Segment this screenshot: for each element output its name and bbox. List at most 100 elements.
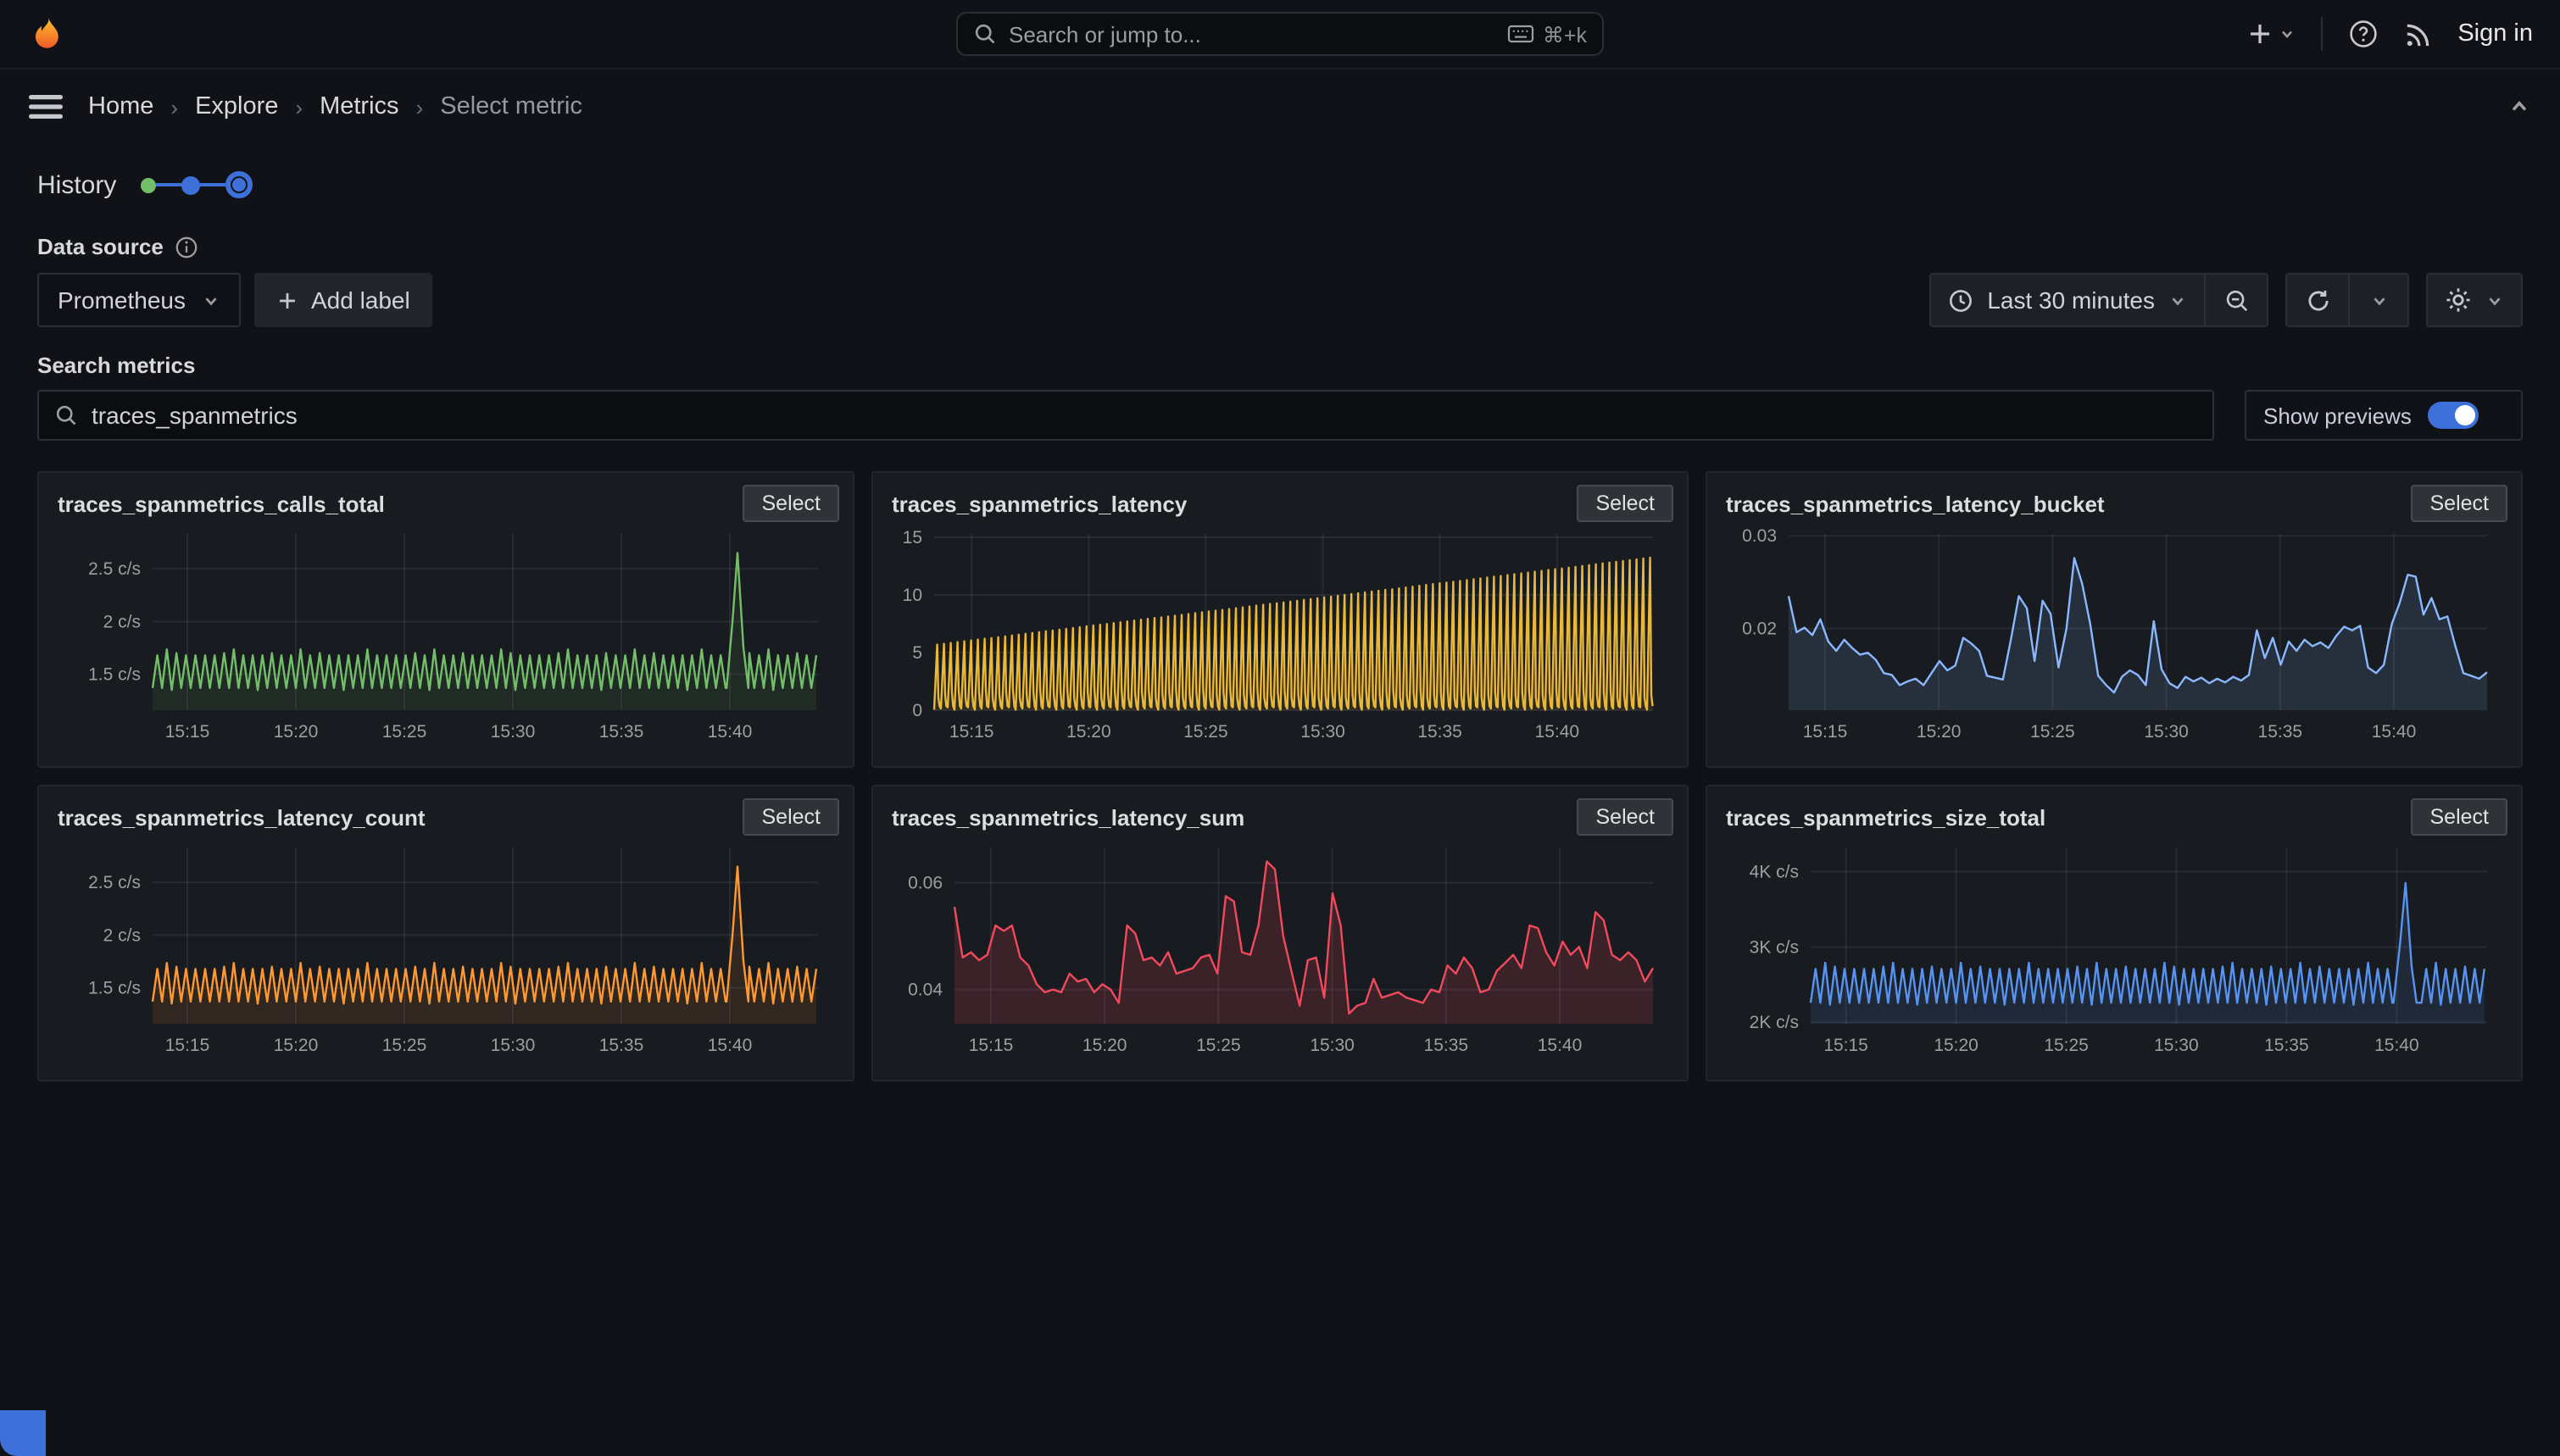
help-icon[interactable] — [2347, 19, 2378, 49]
chevron-down-icon — [2369, 291, 2388, 309]
svg-text:15:30: 15:30 — [491, 722, 536, 742]
plus-icon — [2246, 20, 2273, 47]
svg-text:15:15: 15:15 — [949, 722, 994, 742]
refresh-group — [2285, 273, 2409, 327]
settings-button[interactable] — [2428, 275, 2521, 325]
svg-text:15:35: 15:35 — [2258, 722, 2303, 742]
svg-text:2 c/s: 2 c/s — [103, 925, 141, 945]
metric-panel-title: traces_spanmetrics_latency_sum — [892, 805, 1668, 831]
time-picker-group: Last 30 minutes — [1929, 273, 2268, 327]
svg-text:15:20: 15:20 — [1082, 1036, 1127, 1055]
svg-text:15:30: 15:30 — [491, 1036, 536, 1055]
svg-text:3K c/s: 3K c/s — [1750, 937, 1799, 957]
info-icon[interactable] — [175, 235, 199, 258]
show-previews-toggle[interactable] — [2429, 402, 2479, 429]
svg-text:0: 0 — [912, 701, 922, 720]
breadcrumb-item[interactable]: Home — [88, 93, 153, 120]
chevron-down-icon — [2485, 291, 2504, 309]
svg-text:15:25: 15:25 — [1183, 722, 1228, 742]
svg-text:15:30: 15:30 — [2144, 722, 2189, 742]
data-source-picker[interactable]: Prometheus — [37, 273, 242, 327]
show-previews-control: Show previews — [2245, 390, 2523, 441]
new-menu-button[interactable] — [2246, 20, 2295, 47]
select-metric-button[interactable]: Select — [1578, 798, 1674, 836]
grafana-logo[interactable] — [27, 14, 66, 53]
metric-preview-chart: 1.5 c/s2 c/s2.5 c/s15:1515:2015:2515:301… — [58, 524, 834, 751]
svg-text:15:15: 15:15 — [969, 1036, 1014, 1055]
svg-text:5: 5 — [912, 643, 922, 663]
svg-text:15:35: 15:35 — [1417, 722, 1462, 742]
metric-preview-chart: 0.02 0.03 15:15 15:20 15:25 15:30 15:35 15:40 — [1726, 524, 2502, 751]
chevron-down-icon — [2168, 291, 2187, 309]
zoom-out-icon — [2223, 287, 2249, 313]
refresh-interval-dropdown[interactable] — [2350, 275, 2407, 325]
svg-text:15:40: 15:40 — [1535, 722, 1580, 742]
svg-text:10: 10 — [903, 586, 922, 605]
metric-panel: traces_spanmetrics_size_total Select 2K … — [1706, 785, 2523, 1081]
grafana-app: Search or jump to... ⌘+k — [0, 0, 2560, 1456]
global-search-input[interactable]: Search or jump to... ⌘+k — [956, 12, 1604, 56]
search-metrics-input[interactable]: traces_spanmetrics — [37, 390, 2214, 441]
metric-preview-chart: 2K c/s3K c/s4K c/s15:1515:2015:2515:3015… — [1726, 837, 2502, 1064]
breadcrumb-item[interactable]: Metrics — [320, 93, 398, 120]
metric-panel-title: traces_spanmetrics_calls_total — [58, 492, 834, 517]
svg-text:15:20: 15:20 — [1066, 722, 1111, 742]
add-label-button[interactable]: Add label — [255, 273, 432, 327]
svg-text:15:40: 15:40 — [708, 722, 753, 742]
svg-text:15:25: 15:25 — [382, 722, 427, 742]
metric-panel: traces_spanmetrics_latency_count Select … — [37, 785, 854, 1081]
global-search-placeholder: Search or jump to... — [1009, 21, 1495, 47]
breadcrumb-item: Select metric — [440, 93, 582, 120]
search-metrics-row: traces_spanmetrics Show previews — [37, 390, 2523, 441]
select-metric-button[interactable]: Select — [2412, 798, 2508, 836]
add-label-text: Add label — [311, 286, 410, 314]
svg-text:15: 15 — [903, 528, 922, 547]
search-icon — [54, 403, 78, 427]
history-step-current-icon[interactable] — [225, 171, 252, 198]
metric-panel: traces_spanmetrics_latency_sum Select 0.… — [871, 785, 1689, 1081]
svg-text:15:20: 15:20 — [1917, 722, 1962, 742]
svg-text:0.02: 0.02 — [1742, 620, 1777, 639]
svg-text:15:25: 15:25 — [382, 1036, 427, 1055]
history-trail[interactable] — [140, 171, 252, 198]
topbar-divider — [2320, 17, 2322, 51]
metric-panel: traces_spanmetrics_calls_total Select 1.… — [37, 471, 854, 768]
refresh-button[interactable] — [2287, 275, 2348, 325]
svg-text:15:15: 15:15 — [1803, 722, 1848, 742]
search-metrics-value: traces_spanmetrics — [92, 402, 298, 429]
collapse-controls-icon[interactable] — [2507, 95, 2531, 119]
sign-in-button[interactable]: Sign in — [2457, 20, 2533, 47]
svg-text:15:40: 15:40 — [2372, 722, 2417, 742]
history-row: History — [37, 163, 2523, 207]
svg-text:2K c/s: 2K c/s — [1750, 1013, 1799, 1032]
data-source-label-row: Data source — [37, 234, 2523, 259]
breadcrumb: Home›Explore›Metrics›Select metric — [88, 93, 582, 120]
svg-text:15:15: 15:15 — [1823, 1036, 1868, 1055]
svg-text:2 c/s: 2 c/s — [103, 612, 141, 631]
history-step-icon[interactable] — [181, 175, 199, 194]
history-label: History — [37, 170, 116, 199]
metric-preview-chart: 1.5 c/s2 c/s2.5 c/s15:1515:2015:2515:301… — [58, 837, 834, 1064]
select-metric-button[interactable]: Select — [743, 485, 840, 522]
chevron-down-icon — [2278, 25, 2295, 42]
breadcrumb-item[interactable]: Explore — [195, 93, 278, 120]
svg-text:15:25: 15:25 — [2030, 722, 2075, 742]
svg-text:0.04: 0.04 — [908, 981, 943, 1000]
time-range-picker[interactable]: Last 30 minutes — [1931, 275, 2204, 325]
svg-text:2.5 c/s: 2.5 c/s — [88, 873, 141, 892]
svg-text:0.03: 0.03 — [1742, 526, 1777, 546]
metric-panels-grid: traces_spanmetrics_calls_total Select 1.… — [37, 471, 2523, 1081]
select-metric-button[interactable]: Select — [1578, 485, 1674, 522]
zoom-out-time-button[interactable] — [2206, 275, 2267, 325]
hamburger-menu-icon[interactable] — [29, 93, 63, 120]
select-metric-button[interactable]: Select — [743, 798, 840, 836]
history-trail-line — [155, 183, 181, 186]
metric-preview-chart: 0.040.0615:1515:2015:2515:3015:3515:40 — [892, 837, 1668, 1064]
svg-text:15:40: 15:40 — [708, 1036, 753, 1055]
search-metrics-label: Search metrics — [37, 353, 2523, 378]
select-metric-button[interactable]: Select — [2412, 485, 2508, 522]
svg-text:15:40: 15:40 — [2374, 1036, 2419, 1055]
top-nav-bar: Search or jump to... ⌘+k — [0, 0, 2560, 69]
news-rss-icon[interactable] — [2403, 19, 2432, 48]
history-step-start-icon[interactable] — [140, 177, 155, 192]
